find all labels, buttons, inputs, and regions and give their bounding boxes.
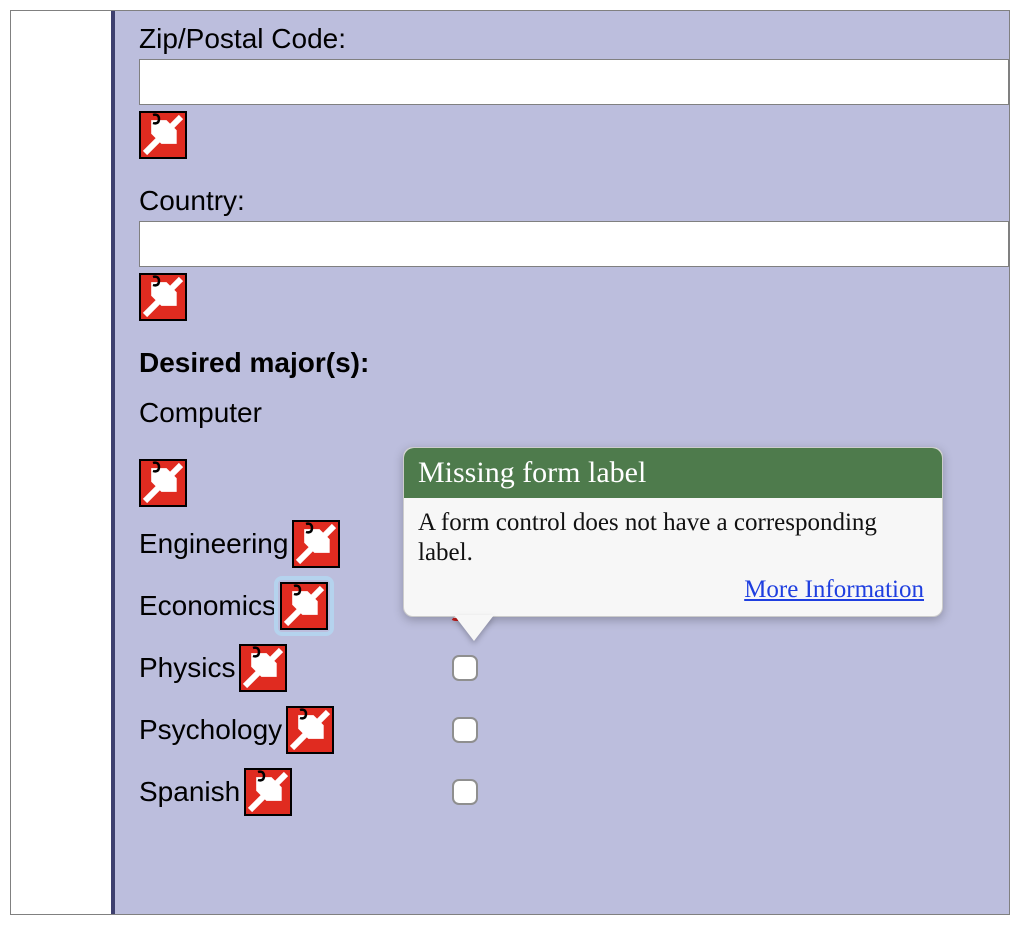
missing-label-icon[interactable] bbox=[139, 111, 187, 159]
form-panel: Zip/Postal Code: Country: Desired major(… bbox=[111, 11, 1009, 914]
missing-label-icon[interactable] bbox=[286, 706, 334, 754]
missing-label-icon[interactable] bbox=[292, 520, 340, 568]
major-row-psychology: Psychology bbox=[139, 699, 1009, 761]
major-label: Engineering bbox=[139, 528, 288, 560]
screenshot-frame: Zip/Postal Code: Country: Desired major(… bbox=[10, 10, 1010, 915]
zip-input[interactable] bbox=[139, 59, 1009, 105]
country-label: Country: bbox=[139, 185, 1009, 217]
major-checkbox[interactable] bbox=[452, 779, 478, 805]
missing-label-icon[interactable] bbox=[239, 644, 287, 692]
major-checkbox[interactable] bbox=[452, 655, 478, 681]
tooltip-title: Missing form label bbox=[404, 448, 942, 498]
zip-label: Zip/Postal Code: bbox=[139, 23, 1009, 55]
country-input[interactable] bbox=[139, 221, 1009, 267]
major-label: Spanish bbox=[139, 776, 240, 808]
tooltip-pointer-icon bbox=[454, 615, 494, 641]
major-row-physics: Physics bbox=[139, 637, 1009, 699]
missing-label-icon[interactable] bbox=[244, 768, 292, 816]
desired-majors-heading: Desired major(s): bbox=[139, 347, 1009, 379]
major-label: Economics bbox=[139, 590, 276, 622]
error-tooltip: Missing form label A form control does n… bbox=[403, 447, 943, 617]
tooltip-body: A form control does not have a correspon… bbox=[404, 498, 942, 574]
major-label: Physics bbox=[139, 652, 235, 684]
major-checkbox[interactable] bbox=[452, 717, 478, 743]
major-row-spanish: Spanish bbox=[139, 761, 1009, 823]
missing-label-icon[interactable] bbox=[280, 582, 328, 630]
more-information-link[interactable]: More Information bbox=[744, 576, 924, 603]
major-label: Psychology bbox=[139, 714, 282, 746]
major-label: Computer bbox=[139, 397, 1009, 429]
missing-label-icon[interactable] bbox=[139, 459, 187, 507]
missing-label-icon[interactable] bbox=[139, 273, 187, 321]
